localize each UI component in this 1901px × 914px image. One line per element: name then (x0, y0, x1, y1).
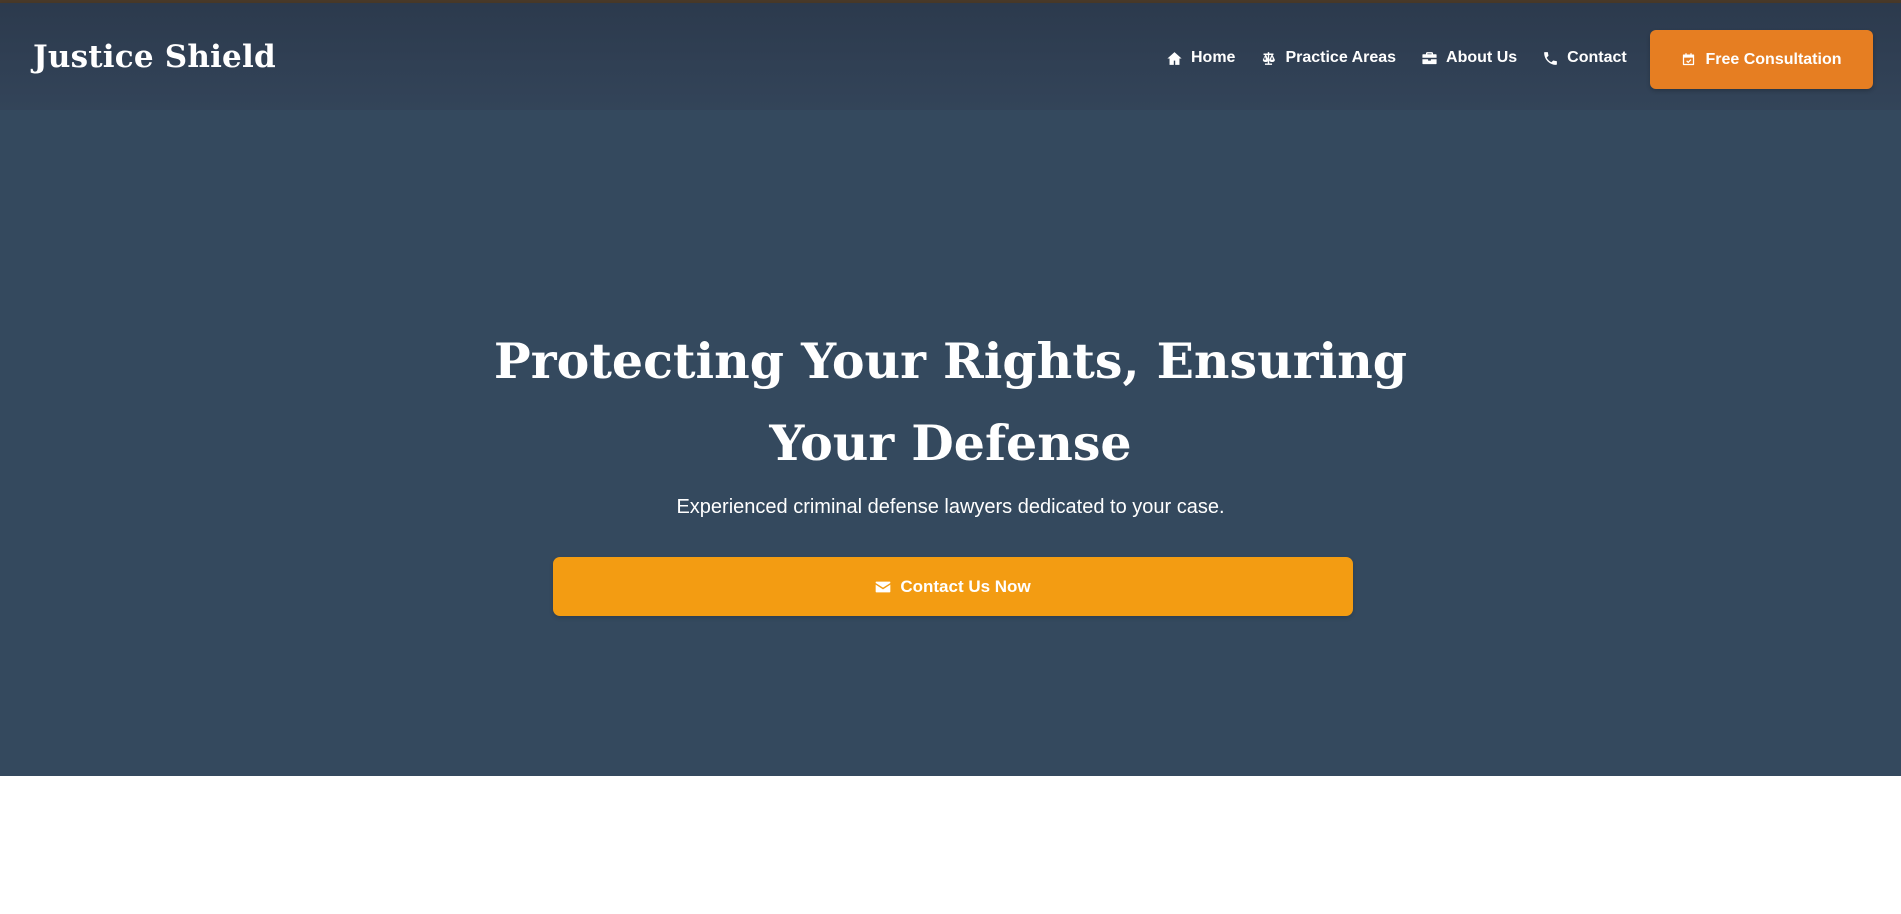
hero-section: Protecting Your Rights, Ensuring Your De… (0, 110, 1901, 776)
hero-title: Protecting Your Rights, Ensuring Your De… (493, 332, 1408, 472)
nav-item-about-us[interactable]: About Us (1420, 49, 1517, 67)
free-consultation-button[interactable]: Free Consultation (1650, 30, 1873, 89)
site-header: Justice Shield Home Practice Areas About… (0, 3, 1901, 110)
home-icon (1165, 49, 1183, 67)
content-area (0, 776, 1901, 914)
briefcase-icon (1420, 49, 1438, 67)
hero-subtitle: Experienced criminal defense lawyers ded… (676, 496, 1225, 518)
nav-item-home[interactable]: Home (1165, 49, 1235, 67)
main-nav: Home Practice Areas About Us Contact (1165, 37, 1651, 79)
contact-us-now-label: Contact Us Now (900, 576, 1031, 596)
nav-item-contact[interactable]: Contact (1541, 49, 1627, 67)
calendar-check-icon (1681, 52, 1697, 68)
nav-item-practice-areas[interactable]: Practice Areas (1259, 49, 1396, 67)
scale-icon (1259, 49, 1277, 67)
nav-item-label: About Us (1446, 49, 1518, 66)
brand-logo[interactable]: Justice Shield (33, 37, 276, 77)
contact-us-now-button[interactable]: Contact Us Now (553, 557, 1353, 616)
envelope-icon (875, 578, 892, 595)
phone-icon (1541, 49, 1559, 67)
free-consultation-label: Free Consultation (1705, 50, 1842, 68)
nav-item-label: Practice Areas (1285, 49, 1397, 66)
nav-item-label: Contact (1567, 49, 1627, 66)
nav-item-label: Home (1191, 49, 1236, 66)
